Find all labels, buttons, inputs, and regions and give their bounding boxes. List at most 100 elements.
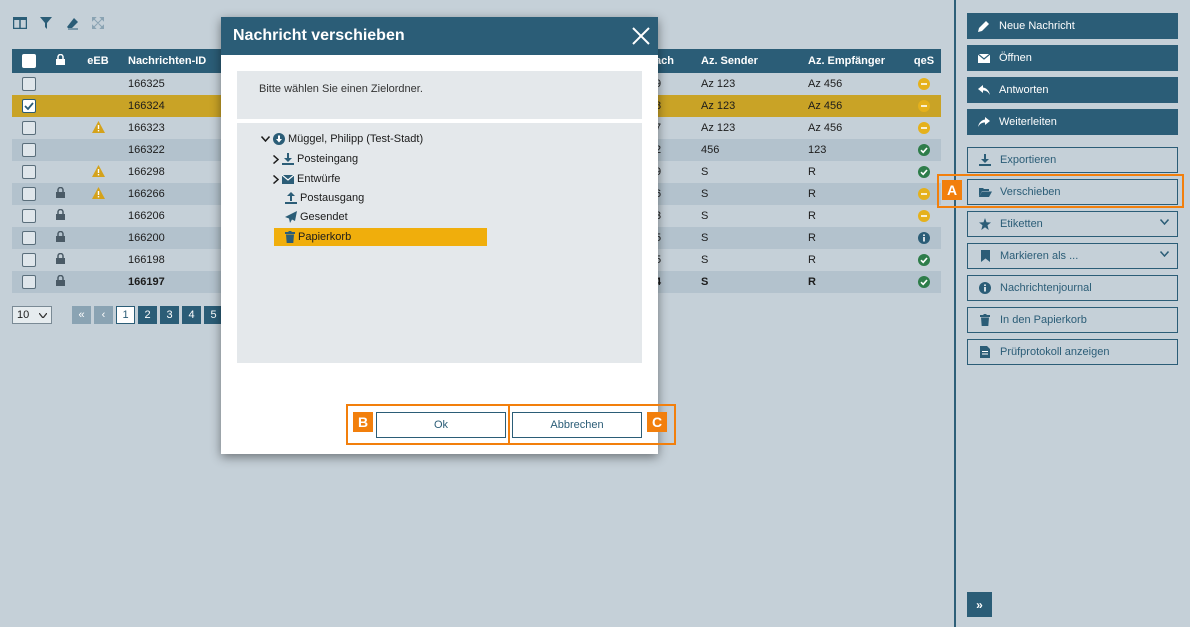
sender-ref: S (701, 166, 709, 178)
callout-a-frame (937, 174, 1184, 208)
message-id: 166197 (128, 276, 165, 288)
fach-cell: 3 (655, 210, 662, 222)
folder-tree: Müggel, Philipp (Test-Stadt) Posteingang… (237, 123, 642, 363)
fach-cell: 4 (655, 276, 662, 288)
sender-ref: Az 123 (701, 122, 736, 134)
message-id: 166198 (128, 254, 165, 266)
chevron-down-icon[interactable] (261, 136, 270, 142)
tree-item-inbox[interactable]: Posteingang (273, 150, 358, 168)
page-button-3[interactable]: 3 (160, 306, 179, 324)
fach-cell: 9 (655, 78, 662, 90)
lock-icon (55, 274, 65, 289)
chevron-right-icon[interactable] (273, 154, 279, 164)
open-button[interactable]: Öffnen (967, 45, 1178, 71)
message-id: 166324 (128, 100, 165, 112)
forward-button[interactable]: Weiterleiten (967, 109, 1178, 135)
columns-icon[interactable] (12, 15, 28, 31)
message-id: 166206 (128, 210, 165, 222)
mark-as-button[interactable]: Markieren als ... (967, 243, 1178, 269)
row-checkbox[interactable] (22, 275, 36, 289)
page-button-1[interactable]: 1 (116, 306, 135, 324)
column-recipient-ref[interactable]: Az. Empfänger (800, 55, 907, 67)
trash-icon (978, 313, 992, 327)
minus-status-icon (918, 210, 930, 222)
sender-ref: S (701, 188, 709, 200)
reply-button[interactable]: Antworten (967, 77, 1178, 103)
expand-sidebar-button[interactable]: » (967, 592, 992, 617)
recipient-ref: Az 456 (808, 122, 843, 134)
check-status-icon (918, 276, 930, 288)
column-qes[interactable]: qeS (907, 55, 941, 67)
fach-cell: 5 (655, 232, 662, 244)
trash-icon (285, 231, 295, 243)
select-all-checkbox[interactable] (22, 54, 36, 68)
check-status-icon (918, 166, 930, 178)
envelope-icon (282, 174, 294, 184)
row-checkbox[interactable] (22, 121, 36, 135)
upload-icon (285, 192, 297, 204)
column-message-id[interactable]: Nachrichten-ID (122, 55, 232, 67)
filter-icon[interactable] (38, 15, 54, 31)
close-icon[interactable] (629, 24, 653, 48)
chevron-down-icon (1160, 219, 1169, 225)
first-page-button[interactable]: « (72, 306, 91, 324)
fach-cell: 2 (655, 144, 662, 156)
tree-item-trash[interactable]: Papierkorb (274, 228, 488, 246)
recipient-ref: R (808, 188, 816, 200)
envelope-icon (977, 51, 991, 65)
tree-item-sent[interactable]: Gesendet (285, 208, 348, 226)
pagination: 10 « ‹ 123456 (12, 306, 245, 324)
row-checkbox[interactable] (22, 77, 36, 91)
row-checkbox[interactable] (22, 143, 36, 157)
page-button-4[interactable]: 4 (182, 306, 201, 324)
tree-item-drafts[interactable]: Entwürfe (273, 170, 340, 188)
callout-b-label: B (353, 412, 373, 432)
inbox-icon (282, 153, 294, 165)
new-message-button[interactable]: Neue Nachricht (967, 13, 1178, 39)
fach-cell: 7 (655, 122, 662, 134)
fach-cell: 9 (655, 166, 662, 178)
row-checkbox[interactable] (22, 231, 36, 245)
chevron-down-icon (1160, 251, 1169, 257)
tree-item-outbox[interactable]: Postausgang (285, 189, 364, 207)
info-status-icon (918, 232, 930, 244)
row-checkbox[interactable] (22, 209, 36, 223)
bookmark-icon (978, 249, 992, 263)
chevron-down-icon (39, 312, 47, 318)
tree-item-root[interactable]: Müggel, Philipp (Test-Stadt) (261, 130, 423, 148)
chevron-right-icon[interactable] (273, 174, 279, 184)
row-checkbox[interactable] (22, 187, 36, 201)
recipient-ref: 123 (808, 144, 827, 156)
lock-icon (55, 252, 65, 267)
page-size-select[interactable]: 10 (12, 306, 52, 324)
fach-cell: 5 (655, 254, 662, 266)
move-message-dialog: Nachricht verschieben Bitte wählen Sie e… (221, 17, 658, 454)
column-sender-ref[interactable]: Az. Sender (693, 55, 800, 67)
dialog-hint: Bitte wählen Sie einen Zielordner. (237, 71, 642, 119)
prev-page-button[interactable]: ‹ (94, 306, 113, 324)
forward-icon (977, 115, 991, 129)
row-checkbox[interactable] (22, 165, 36, 179)
column-fach[interactable]: ach (653, 55, 693, 67)
eraser-icon[interactable] (64, 15, 80, 31)
export-button[interactable]: Exportieren (967, 147, 1178, 173)
page-button-2[interactable]: 2 (138, 306, 157, 324)
fullscreen-icon[interactable] (90, 15, 106, 31)
pencil-icon (977, 19, 991, 33)
dialog-title: Nachricht verschieben (233, 27, 405, 44)
move-to-trash-button[interactable]: In den Papierkorb (967, 307, 1178, 333)
fach-cell: 8 (655, 100, 662, 112)
warning-icon (91, 164, 105, 180)
column-eeb[interactable]: eEB (74, 55, 122, 67)
audit-log-button[interactable]: Prüfprotokoll anzeigen (967, 339, 1178, 365)
star-icon (978, 217, 992, 231)
journal-button[interactable]: Nachrichtenjournal (967, 275, 1178, 301)
labels-button[interactable]: Etiketten (967, 211, 1178, 237)
minus-status-icon (918, 78, 930, 90)
warning-icon (91, 120, 105, 136)
message-id: 166323 (128, 122, 165, 134)
row-checkbox[interactable] (22, 253, 36, 267)
document-icon (978, 345, 992, 359)
row-checkbox[interactable] (22, 99, 36, 113)
recipient-ref: R (808, 254, 816, 266)
